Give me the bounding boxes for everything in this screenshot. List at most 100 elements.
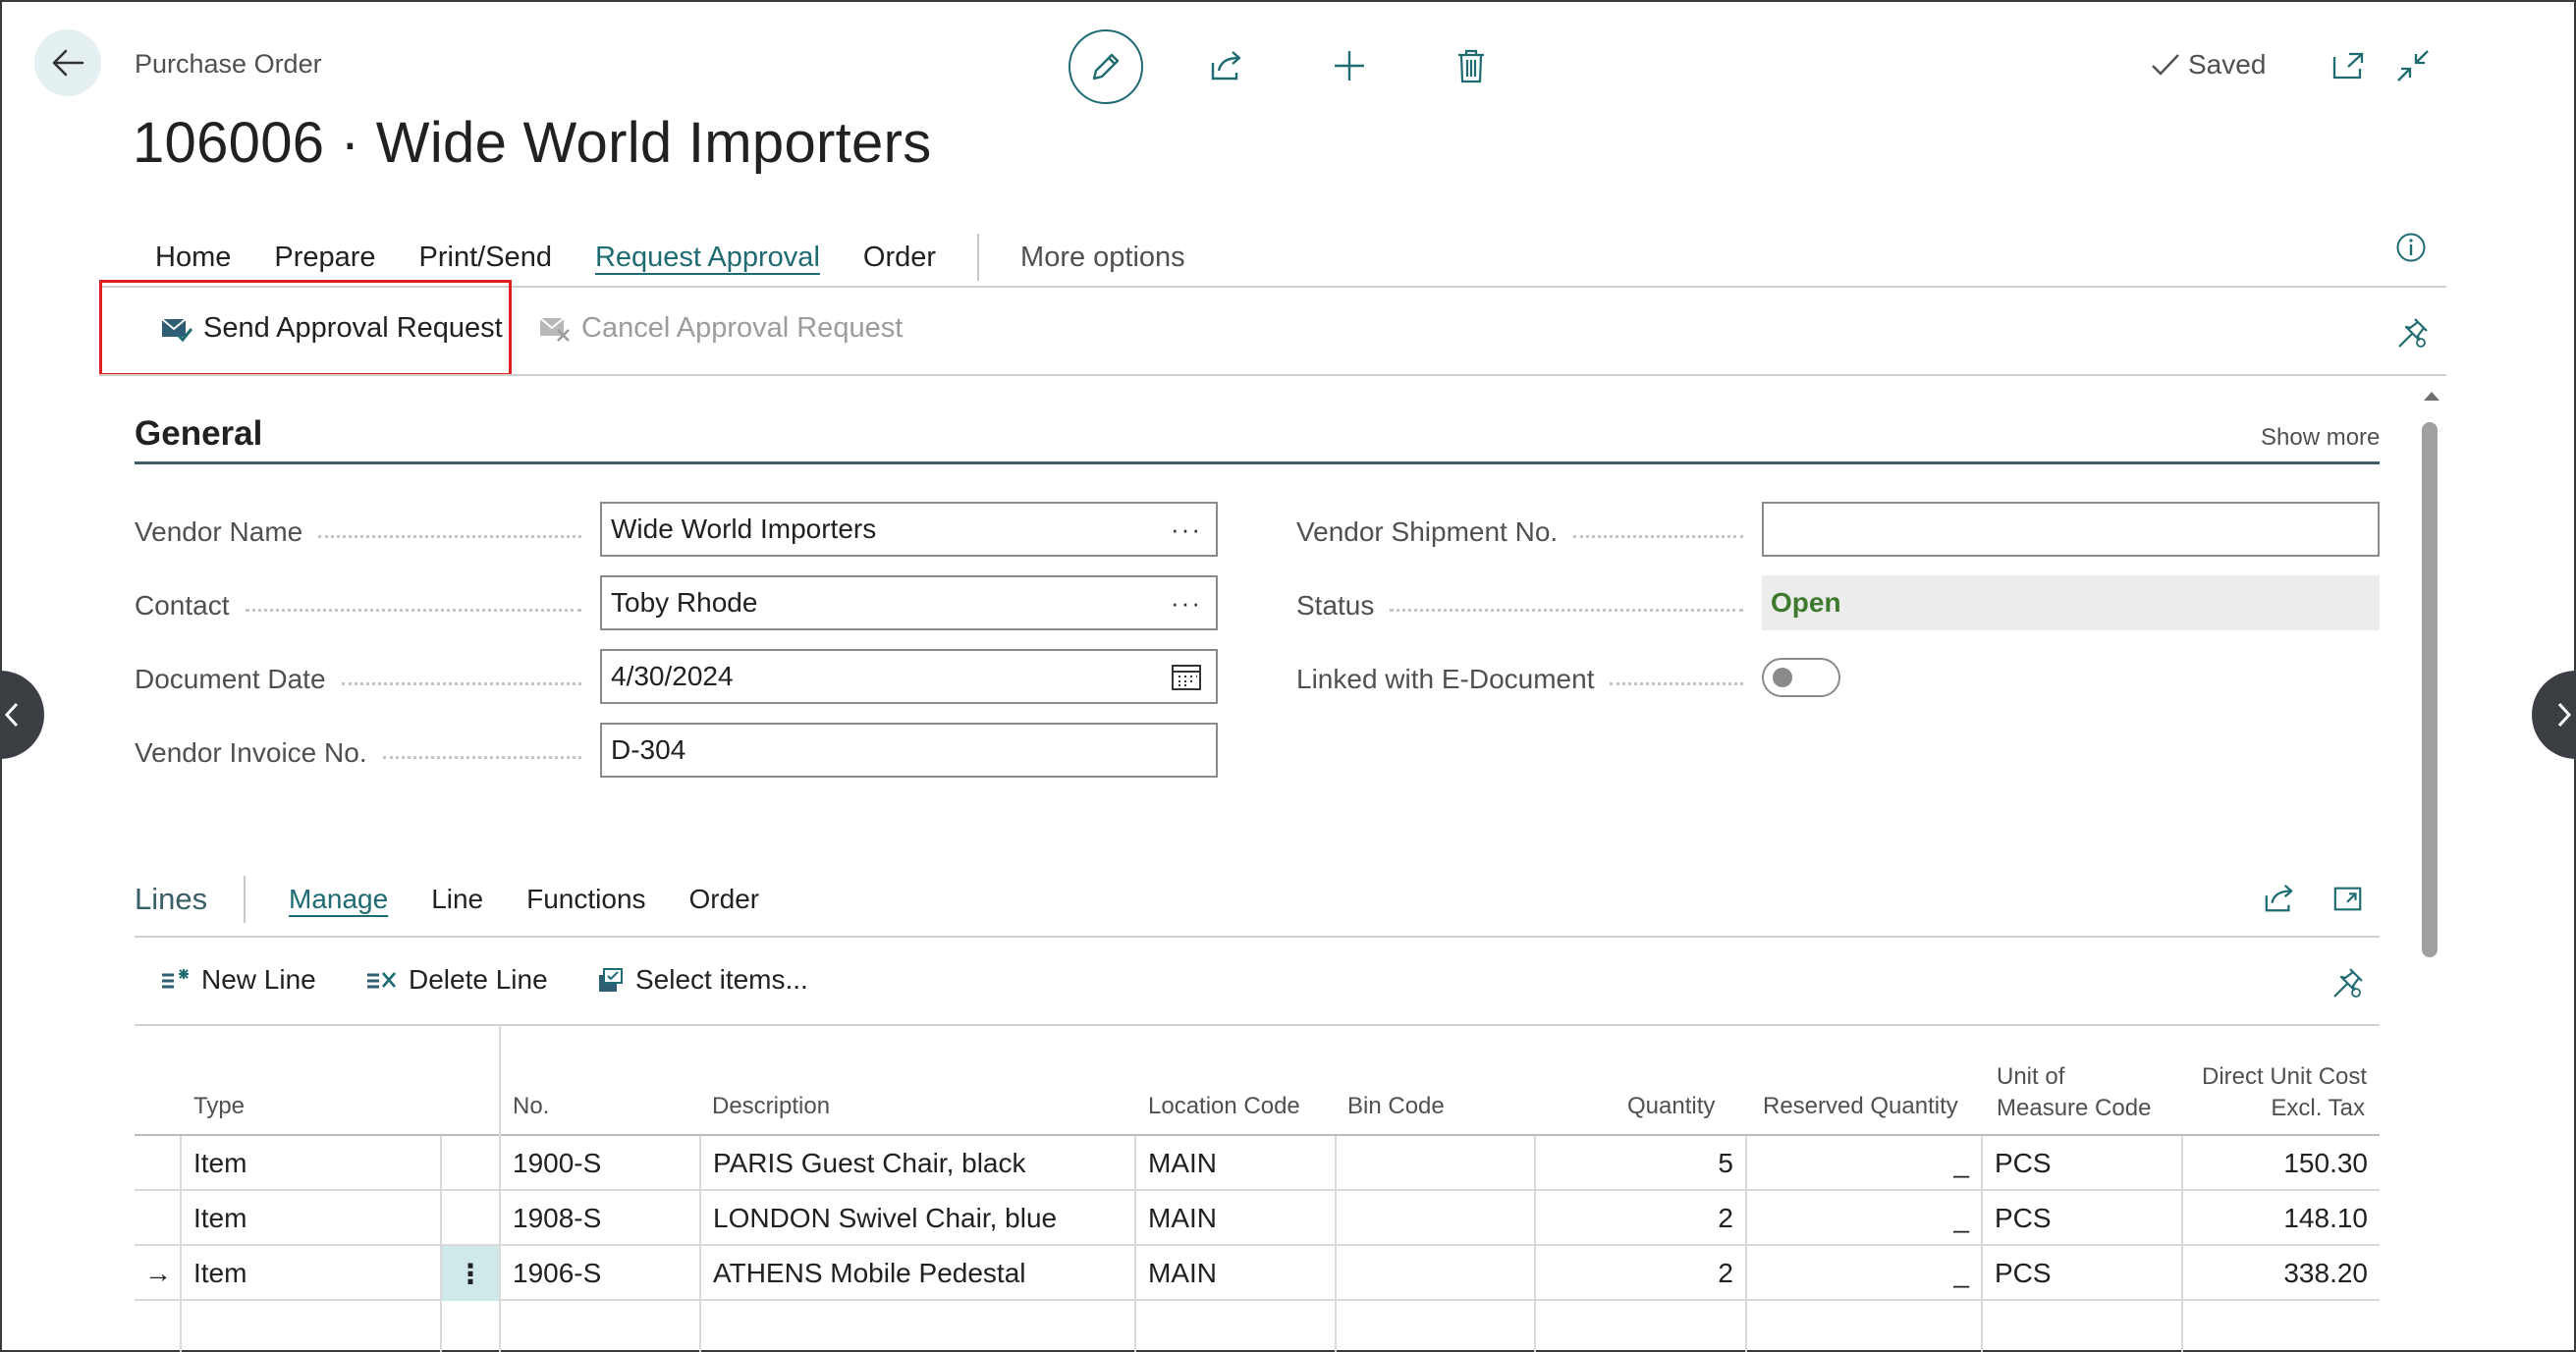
- cell-description[interactable]: ATHENS Mobile Pedestal: [699, 1246, 1134, 1301]
- info-button[interactable]: [2386, 223, 2436, 272]
- col-direct-cost-line2[interactable]: Excl. Tax: [2202, 1093, 2365, 1124]
- cell-type[interactable]: Item: [180, 1246, 440, 1301]
- scroll-up-arrow-icon[interactable]: [2422, 389, 2441, 403]
- col-uom-line1[interactable]: Unit of: [1997, 1061, 2064, 1093]
- select-items-button[interactable]: Select items...: [596, 964, 808, 996]
- row-indicator[interactable]: [135, 1136, 180, 1191]
- cell-no[interactable]: 1900-S: [499, 1136, 699, 1191]
- col-quantity[interactable]: Quantity: [1627, 1091, 1715, 1122]
- cell-no[interactable]: [499, 1301, 699, 1352]
- vendor-name-field[interactable]: Wide World Importers ···: [600, 502, 1218, 557]
- cancel-approval-request-button[interactable]: Cancel Approval Request: [538, 312, 903, 345]
- calendar-icon[interactable]: [1171, 662, 1202, 691]
- cell-description[interactable]: [699, 1301, 1134, 1352]
- cell-reserved[interactable]: [1745, 1301, 1981, 1352]
- col-no[interactable]: No.: [513, 1091, 549, 1122]
- cell-reserved[interactable]: _: [1745, 1136, 1981, 1191]
- new-line-button[interactable]: New Line: [160, 964, 316, 996]
- cell-description[interactable]: PARIS Guest Chair, black: [699, 1136, 1134, 1191]
- cell-no[interactable]: 1908-S: [499, 1191, 699, 1246]
- vendor-invoice-field[interactable]: D-304: [600, 723, 1218, 778]
- cell-type[interactable]: Item: [180, 1136, 440, 1191]
- send-approval-request-button[interactable]: Send Approval Request: [160, 312, 503, 345]
- cell-row-menu[interactable]: [440, 1136, 499, 1191]
- cell-bin[interactable]: [1335, 1191, 1534, 1246]
- vendor-name-lookup-icon[interactable]: ···: [1171, 514, 1202, 545]
- lines-share-button[interactable]: [2255, 874, 2304, 923]
- more-options-tab[interactable]: More options: [1020, 242, 1185, 274]
- vendor-shipment-field[interactable]: [1762, 502, 2380, 557]
- lines-expand-button[interactable]: [2324, 874, 2373, 923]
- cell-location[interactable]: MAIN: [1134, 1246, 1335, 1301]
- cell-direct-cost[interactable]: [2181, 1301, 2380, 1352]
- cell-row-menu[interactable]: [440, 1301, 499, 1352]
- document-date-field[interactable]: 4/30/2024: [600, 649, 1218, 704]
- col-reserved-quantity[interactable]: Reserved Quantity: [1763, 1091, 1958, 1122]
- cell-bin[interactable]: [1335, 1301, 1534, 1352]
- table-row[interactable]: → Item ⋮ 1906-S ATHENS Mobile Pedestal M…: [135, 1246, 2380, 1301]
- cell-uom[interactable]: [1981, 1301, 2181, 1352]
- cell-uom[interactable]: PCS: [1981, 1136, 2181, 1191]
- scrollbar-thumb[interactable]: [2422, 422, 2438, 957]
- general-section-title[interactable]: General: [135, 414, 262, 454]
- cell-quantity[interactable]: 2: [1534, 1246, 1745, 1301]
- row-menu-button[interactable]: ⋮: [440, 1246, 499, 1301]
- cell-location[interactable]: MAIN: [1134, 1191, 1335, 1246]
- cell-direct-cost[interactable]: 148.10: [2181, 1191, 2380, 1246]
- new-button[interactable]: [1325, 41, 1374, 90]
- col-direct-cost-line1[interactable]: Direct Unit Cost: [2202, 1061, 2367, 1093]
- cell-direct-cost[interactable]: 338.20: [2181, 1246, 2380, 1301]
- col-bin-code[interactable]: Bin Code: [1347, 1091, 1445, 1122]
- tab-order[interactable]: Order: [863, 242, 936, 274]
- cell-description[interactable]: LONDON Swivel Chair, blue: [699, 1191, 1134, 1246]
- col-description[interactable]: Description: [712, 1091, 830, 1122]
- delete-button[interactable]: [1447, 41, 1496, 90]
- cell-uom[interactable]: PCS: [1981, 1191, 2181, 1246]
- delete-line-button[interactable]: Delete Line: [365, 964, 548, 996]
- cell-type[interactable]: Item: [180, 1191, 440, 1246]
- lines-tab-order[interactable]: Order: [689, 884, 760, 915]
- collapse-button[interactable]: [2388, 41, 2438, 90]
- contact-lookup-icon[interactable]: ···: [1171, 588, 1202, 619]
- table-row[interactable]: Item 1900-S PARIS Guest Chair, black MAI…: [135, 1136, 2380, 1191]
- tab-print-send[interactable]: Print/Send: [419, 242, 552, 274]
- linked-edoc-toggle[interactable]: [1762, 658, 1840, 697]
- lines-tab-line[interactable]: Line: [431, 884, 483, 915]
- cell-quantity[interactable]: 2: [1534, 1191, 1745, 1246]
- cell-uom[interactable]: PCS: [1981, 1246, 2181, 1301]
- cell-reserved[interactable]: _: [1745, 1246, 1981, 1301]
- cell-type[interactable]: [180, 1301, 440, 1352]
- tab-prepare[interactable]: Prepare: [274, 242, 375, 274]
- tab-request-approval[interactable]: Request Approval: [595, 242, 820, 274]
- edit-button[interactable]: [1069, 29, 1143, 104]
- cell-reserved[interactable]: _: [1745, 1191, 1981, 1246]
- row-indicator[interactable]: [135, 1191, 180, 1246]
- show-more-link[interactable]: Show more: [2261, 424, 2380, 452]
- col-uom-line2[interactable]: Measure Code: [1997, 1093, 2151, 1124]
- table-row-empty[interactable]: [135, 1301, 2380, 1352]
- cell-row-menu[interactable]: [440, 1191, 499, 1246]
- row-indicator[interactable]: [135, 1301, 180, 1352]
- cell-direct-cost[interactable]: 150.30: [2181, 1136, 2380, 1191]
- cell-quantity[interactable]: [1534, 1301, 1745, 1352]
- lines-tab-functions[interactable]: Functions: [526, 884, 645, 915]
- cell-bin[interactable]: [1335, 1246, 1534, 1301]
- cell-quantity[interactable]: 5: [1534, 1136, 1745, 1191]
- cell-location[interactable]: [1134, 1301, 1335, 1352]
- current-row-indicator[interactable]: →: [135, 1246, 180, 1301]
- share-button[interactable]: [1202, 41, 1251, 90]
- lines-section-title[interactable]: Lines: [135, 882, 207, 917]
- cell-no[interactable]: 1906-S: [499, 1246, 699, 1301]
- open-new-window-button[interactable]: [2324, 41, 2373, 90]
- contact-field[interactable]: Toby Rhode ···: [600, 575, 1218, 630]
- lines-pin-button[interactable]: [2324, 958, 2373, 1007]
- cell-bin[interactable]: [1335, 1136, 1534, 1191]
- tab-home[interactable]: Home: [155, 242, 231, 274]
- col-type[interactable]: Type: [193, 1091, 245, 1122]
- back-button[interactable]: [34, 29, 101, 96]
- pin-action-bar-button[interactable]: [2388, 308, 2438, 357]
- lines-tab-manage[interactable]: Manage: [289, 884, 388, 915]
- table-row[interactable]: Item 1908-S LONDON Swivel Chair, blue MA…: [135, 1191, 2380, 1246]
- col-location-code[interactable]: Location Code: [1148, 1091, 1300, 1122]
- cell-location[interactable]: MAIN: [1134, 1136, 1335, 1191]
